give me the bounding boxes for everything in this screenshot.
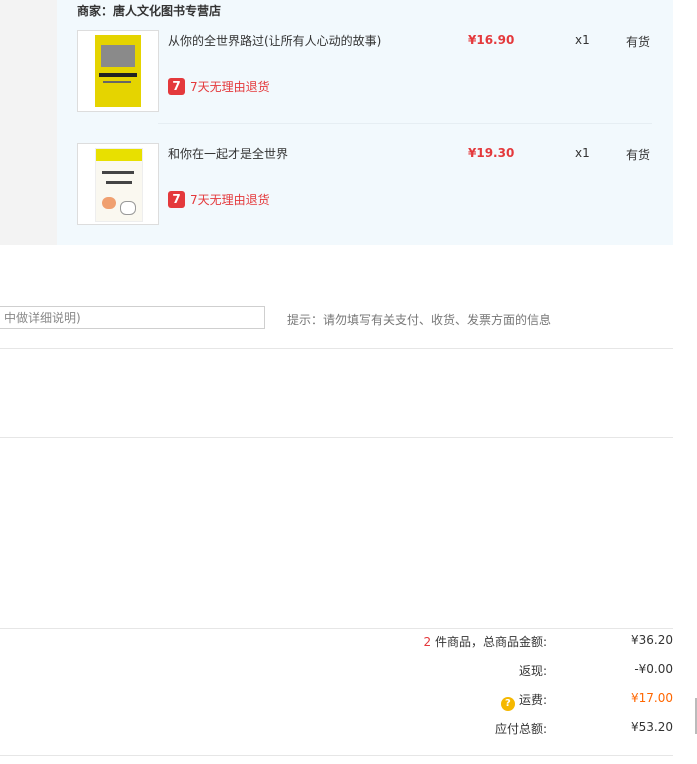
total-value: ¥36.20 <box>631 633 673 647</box>
item-divider <box>158 123 652 124</box>
payable-value: ¥53.20 <box>631 720 673 734</box>
order-item: 和你在一起才是全世界 ¥19.30 x1 有货 7 7天无理由退货 <box>77 143 653 227</box>
shipping-value: ¥17.00 <box>631 691 673 705</box>
product-thumbnail[interactable] <box>77 30 159 112</box>
cashback-value: -¥0.00 <box>634 662 673 676</box>
item-count: 2 <box>423 635 432 649</box>
product-price: ¥19.30 <box>468 146 515 160</box>
book-cover-image <box>95 35 141 107</box>
summary-cashback-row: 返现: -¥0.00 <box>0 662 697 682</box>
section-divider <box>0 628 673 629</box>
product-title-link[interactable]: 和你在一起才是全世界 <box>168 145 288 162</box>
summary-total-row: 2 件商品，总商品金额: ¥36.20 <box>0 633 697 653</box>
stock-status: 有货 <box>626 35 651 49</box>
summary-payable-row: 应付总额: ¥53.20 <box>0 720 697 740</box>
section-divider <box>0 437 673 438</box>
remark-tip: 提示：请勿填写有关支付、收货、发票方面的信息 <box>287 313 552 327</box>
section-divider <box>0 348 673 349</box>
product-thumbnail[interactable] <box>77 143 159 225</box>
stock-status: 有货 <box>626 148 651 162</box>
seven-day-return-icon: 7 <box>168 190 185 208</box>
seven-day-return-badge: 7 7天无理由退货 <box>168 76 270 96</box>
shop-order-panel: 商家：唐人文化图书专营店 从你的全世界路过(让所有人心动的故事) ¥16.90 … <box>57 0 673 245</box>
shipping-label: ? 运费: <box>500 691 547 711</box>
product-title-link[interactable]: 从你的全世界路过(让所有人心动的故事) <box>168 32 381 49</box>
shop-name: 商家：唐人文化图书专营店 <box>77 4 222 18</box>
question-icon[interactable]: ? <box>500 697 515 711</box>
summary-shipping-row: ? 运费: ¥17.00 <box>0 691 697 711</box>
product-quantity: x1 <box>575 33 590 47</box>
product-quantity: x1 <box>575 146 590 160</box>
order-remark-input[interactable]: 中做详细说明) <box>0 306 265 329</box>
seven-day-return-badge: 7 7天无理由退货 <box>168 189 270 209</box>
section-divider <box>0 755 673 756</box>
return-policy-text: 7天无理由退货 <box>190 192 270 207</box>
book-cover-image <box>95 148 143 222</box>
total-label: 2 件商品，总商品金额: <box>423 635 548 649</box>
return-policy-text: 7天无理由退货 <box>190 79 270 94</box>
order-item: 从你的全世界路过(让所有人心动的故事) ¥16.90 x1 有货 7 7天无理由… <box>77 30 653 114</box>
payable-label: 应付总额: <box>494 722 547 736</box>
left-sidebar-strip <box>0 0 57 245</box>
seven-day-return-icon: 7 <box>168 77 185 95</box>
cashback-label: 返现: <box>518 664 547 678</box>
product-price: ¥16.90 <box>468 33 515 47</box>
